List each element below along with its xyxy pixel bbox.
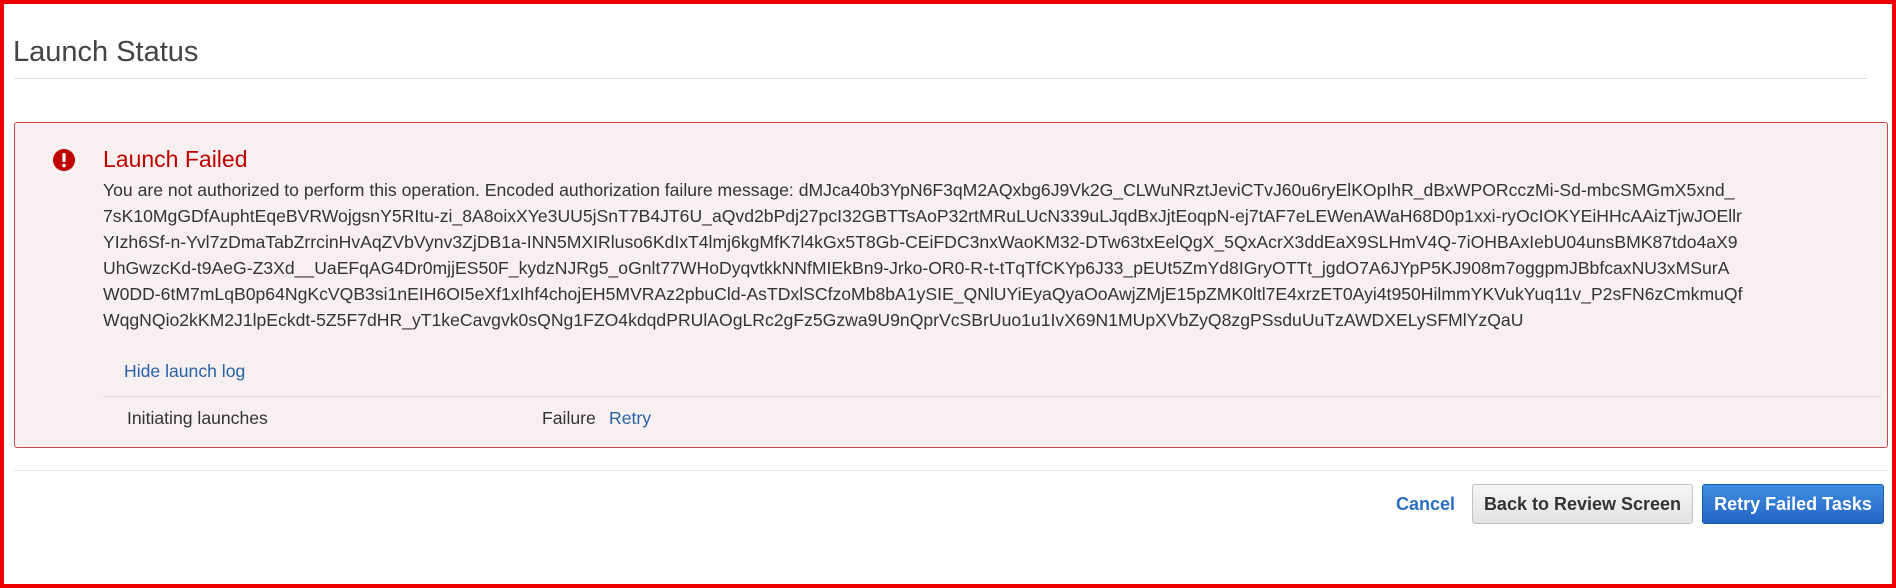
alert-message: You are not authorized to perform this o…	[103, 180, 1743, 330]
page-frame: Launch Status Launch Failed You are not …	[0, 0, 1896, 588]
launch-log-table: Initiating launches Failure Retry	[103, 396, 1881, 439]
cancel-link[interactable]: Cancel	[1396, 489, 1455, 519]
title-divider	[14, 78, 1867, 79]
back-to-review-button[interactable]: Back to Review Screen	[1472, 484, 1693, 524]
retry-failed-tasks-button[interactable]: Retry Failed Tasks	[1702, 484, 1884, 524]
log-retry-link[interactable]: Retry	[609, 405, 651, 431]
alert-title: Launch Failed	[103, 146, 248, 172]
page-title: Launch Status	[13, 36, 199, 68]
exclamation-circle-icon	[53, 149, 75, 171]
footer-divider	[14, 470, 1888, 471]
launch-failed-alert: Launch Failed You are not authorized to …	[14, 122, 1888, 448]
log-task-name: Initiating launches	[127, 408, 268, 428]
hide-launch-log-link[interactable]: Hide launch log	[124, 358, 245, 384]
launch-log-row: Initiating launches Failure Retry	[103, 397, 1881, 439]
log-task-status: Failure	[542, 408, 596, 428]
